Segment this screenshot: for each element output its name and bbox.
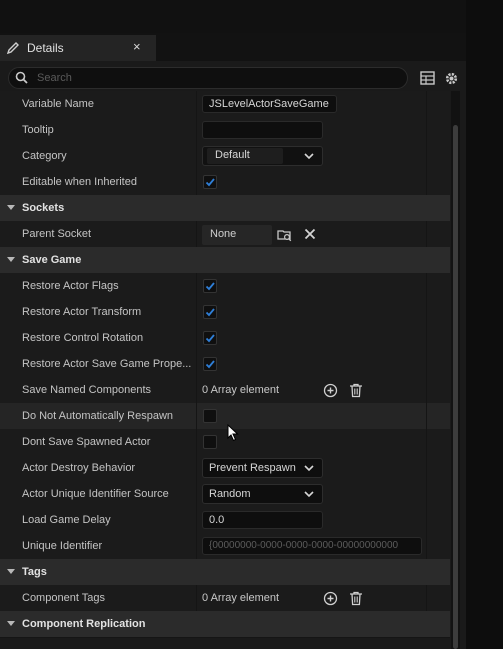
- property-row-restore-control-rotation: Restore Control Rotation: [0, 325, 450, 352]
- category-label: Save Game: [22, 254, 82, 266]
- do-not-respawn-checkbox[interactable]: [203, 409, 217, 423]
- property-label: Variable Name: [22, 98, 94, 110]
- property-label: Actor Unique Identifier Source: [22, 488, 169, 500]
- property-row-actor-unique-id-source: Actor Unique Identifier Source Random: [0, 481, 450, 508]
- property-row-unique-identifier: Unique Identifier {00000000-0000-0000-00…: [0, 533, 450, 560]
- details-panel: Details × Variable Name JSLevelActorSave…: [0, 33, 466, 649]
- property-row-restore-actor-save-game: Restore Actor Save Game Prope...: [0, 351, 450, 378]
- array-count: 0 Array element: [202, 384, 280, 396]
- chevron-down-icon: [304, 489, 314, 501]
- table-view-icon[interactable]: [420, 71, 435, 88]
- tooltip-input[interactable]: [202, 121, 323, 139]
- close-icon[interactable]: ×: [133, 39, 141, 54]
- trash-icon[interactable]: [349, 383, 363, 401]
- property-row-editable-inherited: Editable when Inherited: [0, 169, 450, 196]
- right-edge-background: [466, 0, 503, 649]
- top-bar: [0, 0, 503, 33]
- tab-strip: Details ×: [0, 33, 466, 61]
- expand-arrow-icon: [7, 621, 15, 626]
- search-icon: [15, 71, 28, 87]
- expand-arrow-icon: [7, 569, 15, 574]
- property-label: Category: [22, 150, 67, 162]
- actor-unique-id-source-dropdown[interactable]: Random: [202, 484, 323, 504]
- property-row-dont-save-spawned: Dont Save Spawned Actor: [0, 429, 450, 456]
- dropdown-value: Random: [209, 488, 251, 500]
- property-label: Editable when Inherited: [22, 176, 137, 188]
- mouse-cursor: [227, 423, 239, 445]
- restore-actor-transform-checkbox[interactable]: [203, 305, 217, 319]
- clear-x-icon[interactable]: [304, 228, 316, 243]
- tab-details[interactable]: Details ×: [0, 35, 156, 61]
- property-label: Unique Identifier: [22, 540, 103, 552]
- search-box[interactable]: [8, 67, 408, 89]
- property-row-save-named-components: Save Named Components 0 Array element: [0, 377, 450, 404]
- restore-actor-save-game-checkbox[interactable]: [203, 357, 217, 371]
- expand-arrow-icon: [7, 257, 15, 262]
- property-label: Save Named Components: [22, 384, 152, 396]
- property-label: Do Not Automatically Respawn: [22, 410, 174, 422]
- dropdown-value: Prevent Respawn: [209, 462, 296, 474]
- editable-inherited-checkbox[interactable]: [203, 175, 217, 189]
- category-combo[interactable]: Default: [202, 146, 323, 166]
- property-label: Dont Save Spawned Actor: [22, 436, 151, 448]
- parent-socket-value[interactable]: None: [202, 225, 272, 245]
- trash-icon[interactable]: [349, 591, 363, 609]
- array-count: 0 Array element: [202, 592, 280, 604]
- restore-actor-flags-checkbox[interactable]: [203, 279, 217, 293]
- actor-destroy-behavior-dropdown[interactable]: Prevent Respawn: [202, 458, 323, 478]
- property-row-category: Category Default: [0, 143, 450, 170]
- property-row-component-tags: Component Tags 0 Array element: [0, 585, 450, 612]
- category-label: Component Replication: [22, 618, 146, 630]
- vertical-scrollbar[interactable]: [451, 91, 460, 649]
- expand-arrow-icon: [7, 205, 15, 210]
- property-row-actor-destroy-behavior: Actor Destroy Behavior Prevent Respawn: [0, 455, 450, 482]
- category-header-component-replication[interactable]: Component Replication: [0, 611, 450, 638]
- category-header-tags[interactable]: Tags: [0, 559, 450, 586]
- property-row-parent-socket: Parent Socket None: [0, 221, 450, 248]
- search-input[interactable]: [35, 69, 399, 87]
- property-row-restore-actor-transform: Restore Actor Transform: [0, 299, 450, 326]
- tab-title: Details: [27, 41, 64, 55]
- property-label: Tooltip: [22, 124, 54, 136]
- restore-control-rotation-checkbox[interactable]: [203, 331, 217, 345]
- add-element-icon[interactable]: [323, 383, 338, 401]
- property-row-restore-actor-flags: Restore Actor Flags: [0, 273, 450, 300]
- chevron-down-icon: [304, 463, 314, 475]
- property-row-load-game-delay: Load Game Delay 0.0: [0, 507, 450, 534]
- property-label: Restore Actor Save Game Prope...: [22, 358, 192, 370]
- category-header-save-game[interactable]: Save Game: [0, 247, 450, 274]
- pencil-icon: [6, 41, 20, 55]
- scrollbar-thumb[interactable]: [453, 125, 458, 649]
- settings-gear-icon[interactable]: [444, 71, 459, 89]
- property-row-do-not-respawn: Do Not Automatically Respawn: [0, 403, 450, 430]
- unique-identifier-input[interactable]: {00000000-0000-0000-0000-00000000000: [202, 537, 422, 555]
- chevron-down-icon: [304, 151, 314, 163]
- property-label: Component Tags: [22, 592, 105, 604]
- category-label: Tags: [22, 566, 47, 578]
- search-row: [0, 65, 466, 91]
- property-label: Restore Actor Flags: [22, 280, 119, 292]
- load-game-delay-input[interactable]: 0.0: [202, 511, 323, 529]
- dont-save-spawned-checkbox[interactable]: [203, 435, 217, 449]
- property-row-variable-name: Variable Name JSLevelActorSaveGame: [0, 91, 450, 118]
- property-label: Parent Socket: [22, 228, 92, 240]
- property-label: Restore Actor Transform: [22, 306, 142, 318]
- browse-socket-icon[interactable]: [277, 228, 293, 245]
- category-value: Default: [207, 148, 283, 164]
- property-label: Restore Control Rotation: [22, 332, 144, 344]
- property-label: Actor Destroy Behavior: [22, 462, 136, 474]
- property-label: Load Game Delay: [22, 514, 111, 526]
- property-row-tooltip: Tooltip: [0, 117, 450, 144]
- category-label: Sockets: [22, 202, 65, 214]
- add-element-icon[interactable]: [323, 591, 338, 609]
- category-header-sockets[interactable]: Sockets: [0, 195, 450, 222]
- variable-name-input[interactable]: JSLevelActorSaveGame: [202, 95, 337, 113]
